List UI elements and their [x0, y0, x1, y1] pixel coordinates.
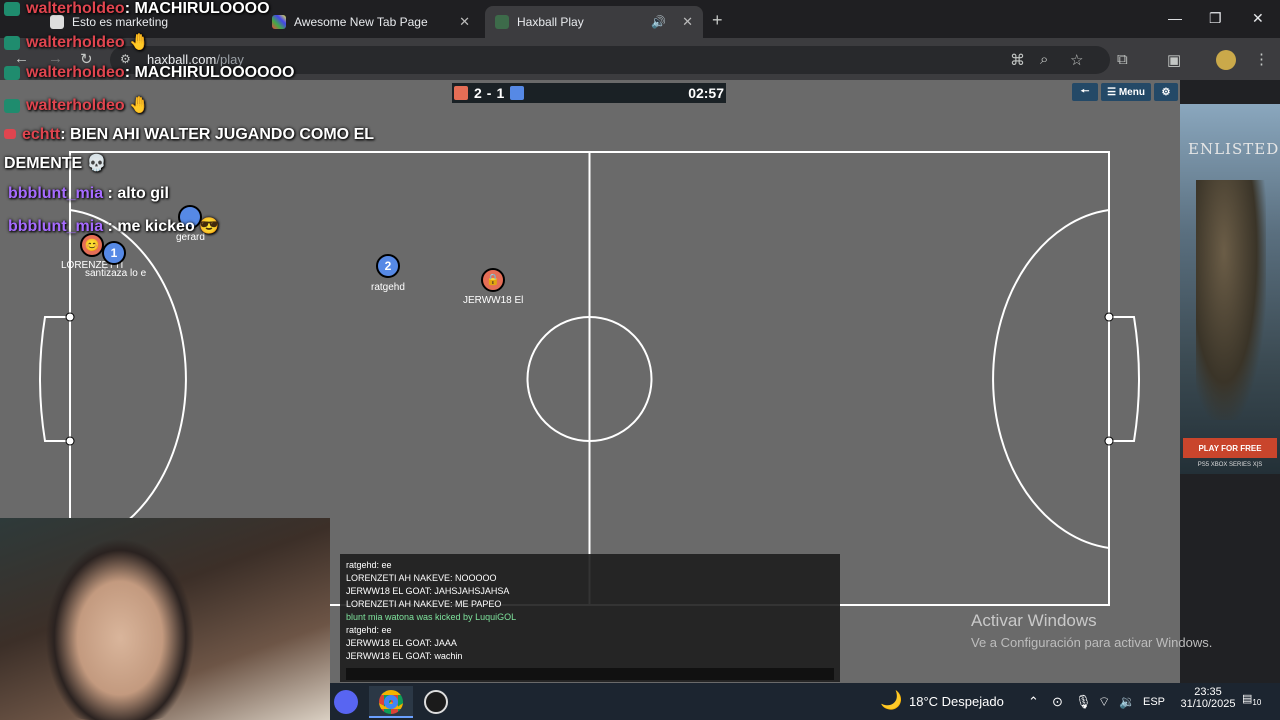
chat-input[interactable]: [346, 668, 834, 680]
player-blue: 1: [102, 241, 126, 265]
hand-emote-icon: 🤚: [129, 34, 150, 51]
gear-icon: ⚙: [1161, 86, 1171, 98]
player-red: 😊: [80, 233, 104, 257]
chat-message: LORENZETI AH NAKEVE: ME PAPEO: [346, 599, 502, 609]
score-separator: -: [486, 85, 492, 101]
new-tab-button[interactable]: +: [712, 10, 723, 31]
camera-icon[interactable]: ⊙: [1052, 694, 1063, 710]
chat-message: JERWW18 EL GOAT: wachin: [346, 651, 463, 661]
overlay-chat-line: walterholdeo: MACHIRULOOOOOO: [4, 64, 294, 82]
activate-windows-subtitle: Ve a Configuración para activar Windows.: [971, 635, 1213, 650]
streamer-face: [45, 538, 195, 720]
blue-team-indicator: [510, 86, 525, 100]
scoreboard: 2 - 1 02:57: [452, 83, 726, 103]
right-goal: [1109, 316, 1140, 442]
player-blue: 2: [376, 254, 400, 278]
tab-label: Awesome New Tab Page: [294, 15, 428, 29]
profile-avatar[interactable]: [1216, 50, 1236, 70]
bookmark-star-icon[interactable]: ☆: [1070, 51, 1083, 69]
player-name: ratgehd: [371, 282, 405, 293]
chat-message: JERWW18 EL GOAT: JAAA: [346, 638, 457, 648]
wifi-icon[interactable]: ⌔: [1098, 694, 1110, 710]
badge-icon: [4, 129, 16, 139]
chat-message: ratgehd: ee: [346, 560, 392, 570]
settings-button[interactable]: ⚙: [1154, 83, 1178, 101]
back-arrow-icon: 🠔: [1080, 85, 1090, 97]
game-chat-log: ratgehd: ee LORENZETI AH NAKEVE: NOOOOO …: [340, 554, 840, 682]
discord-icon[interactable]: [334, 690, 358, 714]
ad-platforms: PS5 XBOX SERIES X|S: [1197, 462, 1263, 468]
chat-system-message: blunt mia watona was kicked by LuquiGOL: [346, 612, 517, 622]
subscriber-badge-icon: [4, 35, 20, 50]
chevron-up-icon[interactable]: ⌃: [1028, 694, 1039, 710]
chrome-icon[interactable]: [379, 690, 403, 714]
overlay-chat-line: DEMENTE 💀: [4, 155, 107, 172]
restore-button[interactable]: ❐: [1209, 10, 1222, 27]
emote-icon: 😎: [199, 218, 220, 235]
zoom-icon[interactable]: ⌕: [1040, 51, 1048, 68]
taskbar: [330, 683, 1280, 720]
emote-icon: 💀: [86, 155, 107, 172]
microphone-icon[interactable]: 🎙: [1075, 694, 1092, 710]
subscriber-badge-icon: [4, 98, 20, 113]
tab-awesome-new-tab[interactable]: Awesome New Tab Page ✕: [262, 6, 480, 38]
media-icon[interactable]: ▣: [1167, 51, 1181, 69]
clock[interactable]: 23:35 31/10/2025: [1180, 686, 1235, 710]
menu-button[interactable]: ☰ Menu: [1101, 83, 1151, 101]
tab-label: Haxball Play: [517, 15, 584, 29]
minimize-button[interactable]: —: [1168, 10, 1182, 26]
goal-post: [65, 312, 75, 322]
chat-message: ratgehd: ee: [346, 625, 392, 635]
blue-score: 1: [496, 85, 505, 101]
subscriber-badge-icon: [4, 65, 20, 80]
activate-windows-title: Activar Windows: [971, 611, 1097, 630]
overlay-chat-line: walterholdeo 🤚: [4, 32, 149, 52]
ad-play-button[interactable]: PLAY FOR FREE: [1183, 438, 1277, 458]
chrome-menu-icon[interactable]: ⋮: [1254, 50, 1269, 68]
webcam-overlay: [0, 518, 330, 720]
close-tab-icon[interactable]: ✕: [682, 14, 693, 30]
ad-title: ENLISTED: [1188, 140, 1280, 158]
subscriber-badge-icon: [4, 1, 20, 16]
close-window-button[interactable]: ✕: [1252, 10, 1264, 27]
tab-haxball-play[interactable]: Haxball Play 🔊 ✕: [485, 6, 703, 38]
leave-button[interactable]: 🠔: [1072, 83, 1098, 101]
overlay-chat-line: walterholdeo 🤚: [4, 95, 149, 115]
weather-text[interactable]: 18°C Despejado: [909, 694, 1004, 709]
player-red: 🔒: [481, 268, 505, 292]
translate-icon[interactable]: ⌘: [1010, 51, 1025, 69]
notification-icon[interactable]: ▤10: [1242, 692, 1261, 707]
moon-weather-icon: 🌙: [880, 690, 903, 710]
left-goal: [39, 316, 70, 442]
chat-message: JERWW18 EL GOAT: JAHSJAHSJAHSA: [346, 586, 510, 596]
goal-post: [1104, 312, 1114, 322]
overlay-chat-line: echtt: BIEN AHI WALTER JUGANDO COMO EL: [4, 126, 374, 144]
goal-post: [1104, 436, 1114, 446]
red-score: 2: [474, 85, 482, 101]
player-name: santizaza lo e: [85, 268, 147, 279]
hand-emote-icon: 🤚: [129, 97, 150, 114]
goal-post: [65, 436, 75, 446]
overlay-chat-line: bbblunt_mia : alto gil: [8, 185, 169, 202]
tab-favicon-icon: [272, 15, 286, 29]
obs-icon[interactable]: [424, 690, 448, 714]
close-tab-icon[interactable]: ✕: [459, 14, 470, 30]
overlay-chat-line: walterholdeo: MACHIRULOOOO: [4, 0, 270, 18]
game-menu-bar: 🠔 ☰ Menu ⚙: [1072, 83, 1178, 101]
extensions-icon[interactable]: ⧉: [1117, 51, 1128, 68]
player-name: JERWW18 El: [463, 295, 524, 306]
chat-message: LORENZETI AH NAKEVE: NOOOOO: [346, 573, 497, 583]
ad-soldier-image: [1196, 180, 1266, 420]
volume-icon[interactable]: 🔉: [1119, 694, 1135, 710]
haxball-favicon-icon: [495, 15, 509, 29]
red-team-indicator: [454, 86, 468, 100]
audio-icon[interactable]: 🔊: [651, 15, 666, 29]
right-penalty-arc: [992, 209, 1110, 549]
overlay-chat-line: bbblunt_mia : me kickeo 😎: [8, 218, 220, 235]
match-timer: 02:57: [688, 85, 724, 101]
language-indicator[interactable]: ESP: [1143, 696, 1165, 708]
